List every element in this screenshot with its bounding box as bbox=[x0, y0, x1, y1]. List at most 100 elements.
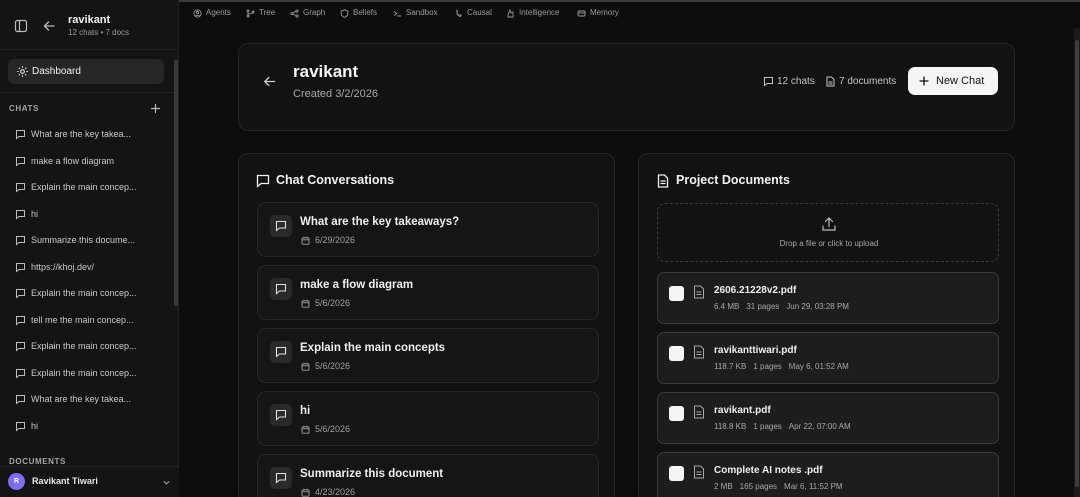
nav-item-label: Memory bbox=[590, 8, 619, 17]
conversation-title: Explain the main concepts bbox=[300, 342, 446, 354]
chat-list-item[interactable]: Explain the main concep... bbox=[10, 334, 160, 358]
conversation-card[interactable]: Summarize this document 4/23/2026 bbox=[257, 454, 599, 497]
document-card[interactable]: ravikanttiwari.pdf 118.7 KB 1 pages May 6,… bbox=[657, 332, 999, 384]
conversation-icon-box bbox=[270, 278, 292, 300]
message-icon bbox=[16, 342, 25, 352]
back-arrow-icon[interactable] bbox=[42, 19, 56, 33]
conversation-title: Summarize this document bbox=[300, 468, 444, 480]
upload-icon bbox=[822, 217, 836, 231]
document-name: Complete AI notes .pdf bbox=[714, 465, 823, 476]
nav-item-label: Agents bbox=[206, 8, 231, 17]
conversation-card[interactable]: What are the key takeaways? 6/29/2026 bbox=[257, 202, 599, 257]
conversation-card[interactable]: make a flow diagram 5/6/2026 bbox=[257, 265, 599, 320]
document-card[interactable]: ravikant.pdf 118.8 KB 1 pages Apr 22, 07:0… bbox=[657, 392, 999, 444]
message-icon bbox=[16, 421, 25, 432]
chat-list-item[interactable]: Explain the main concep... bbox=[10, 281, 160, 305]
document-pages: 1 pages bbox=[753, 422, 782, 431]
conversation-icon-box bbox=[270, 404, 292, 426]
document-date: Jun 29, 03:28 PM bbox=[786, 302, 849, 311]
chats-count-label: 12 chats bbox=[777, 76, 815, 87]
document-size: 118.8 KB bbox=[714, 422, 747, 431]
back-arrow-icon[interactable] bbox=[263, 75, 276, 88]
document-icon bbox=[657, 174, 669, 188]
upload-dropzone[interactable]: Drop a file or click to upload bbox=[657, 203, 999, 262]
document-card[interactable]: Complete AI notes .pdf 2 MB 165 pages Mar … bbox=[657, 452, 999, 497]
sidebar-scrollbar[interactable] bbox=[174, 60, 178, 306]
chat-list-item-label: make a flow diagram bbox=[31, 155, 115, 166]
nav-item-label: Sandbox bbox=[406, 8, 438, 17]
chat-conversations-panel: Chat Conversations What are the key take… bbox=[238, 153, 615, 497]
message-icon bbox=[16, 209, 25, 220]
project-documents-panel: Project Documents Drop a file or click t… bbox=[638, 153, 1015, 497]
project-header: ravikant Created 3/2/2026 12 chats 7 doc… bbox=[238, 43, 1015, 131]
document-checkbox[interactable] bbox=[669, 346, 684, 361]
sidebar-header: ravikant 12 chats • 7 docs bbox=[0, 0, 179, 50]
calendar-icon bbox=[301, 299, 310, 308]
document-card[interactable]: 2606.21228v2.pdf 6.4 MB 31 pages Jun 29, 0… bbox=[657, 272, 999, 324]
conversation-icon-box bbox=[270, 341, 292, 363]
chat-list-item-label: Explain the main concep... bbox=[31, 341, 137, 351]
chat-list-item[interactable]: Explain the main concep... bbox=[10, 361, 160, 385]
document-checkbox[interactable] bbox=[669, 406, 684, 421]
new-chat-label: New Chat bbox=[936, 75, 985, 87]
user-name: Ravikant Tiwari bbox=[32, 476, 98, 486]
new-chat-button[interactable]: New Chat bbox=[908, 67, 998, 95]
memory-icon bbox=[577, 10, 586, 17]
conversation-date: 4/23/2026 bbox=[315, 487, 356, 497]
chat-list-item-label: hi bbox=[31, 208, 39, 219]
message-icon bbox=[275, 283, 287, 295]
chat-list-item[interactable]: hi bbox=[10, 202, 160, 226]
created-date: Created 3/2/2026 bbox=[293, 88, 379, 100]
chat-list-item-label: What are the key takea... bbox=[31, 129, 132, 139]
document-pages: 165 pages bbox=[739, 482, 778, 491]
tree-icon bbox=[246, 9, 255, 18]
chat-list-item-label: Summarize this docume... bbox=[31, 235, 136, 245]
message-icon bbox=[16, 130, 25, 140]
file-icon bbox=[694, 405, 704, 419]
document-size: 6.4 MB bbox=[714, 302, 740, 311]
calendar-icon bbox=[301, 236, 310, 245]
message-icon bbox=[16, 368, 25, 379]
document-pages: 1 pages bbox=[753, 362, 782, 371]
document-pages: 31 pages bbox=[746, 302, 780, 311]
plus-icon bbox=[919, 76, 929, 86]
chat-list-item-label: https://khoj.dev/ bbox=[31, 261, 95, 272]
document-checkbox[interactable] bbox=[669, 466, 684, 481]
document-meta: 2 MB 165 pages Mar 6, 11:52 PM bbox=[714, 482, 850, 491]
dashboard-button[interactable]: Dashboard bbox=[8, 59, 164, 84]
user-menu[interactable]: R Ravikant Tiwari bbox=[0, 466, 179, 497]
chat-list-item[interactable]: Explain the main concep... bbox=[10, 175, 160, 199]
sidebar-toggle-icon[interactable] bbox=[14, 19, 28, 33]
documents-count-label: 7 documents bbox=[839, 76, 897, 87]
chat-list-item-label: Explain the main concep... bbox=[31, 182, 137, 192]
chat-list-item[interactable]: hi bbox=[10, 414, 160, 438]
chat-list-item[interactable]: tell me the main concep... bbox=[10, 308, 160, 332]
nav-item-label: Graph bbox=[303, 8, 326, 17]
conversation-date: 5/6/2026 bbox=[315, 361, 351, 371]
conversation-date: 6/29/2026 bbox=[315, 235, 356, 245]
chat-list-item[interactable]: What are the key takea... bbox=[10, 387, 160, 411]
chevron-down-icon bbox=[163, 480, 170, 485]
conversation-date: 5/6/2026 bbox=[315, 424, 351, 434]
chat-list-item[interactable]: https://khoj.dev/ bbox=[10, 255, 160, 279]
message-icon bbox=[16, 395, 25, 405]
add-chat-icon[interactable] bbox=[150, 103, 161, 114]
conversation-card[interactable]: Explain the main concepts 5/6/2026 bbox=[257, 328, 599, 383]
conversation-card[interactable]: hi 5/6/2026 bbox=[257, 391, 599, 446]
chat-list-item-label: hi bbox=[31, 420, 39, 431]
conversation-title: hi bbox=[300, 405, 311, 417]
document-checkbox[interactable] bbox=[669, 286, 684, 301]
file-icon bbox=[694, 285, 704, 299]
main-scrollbar-thumb[interactable] bbox=[1075, 40, 1079, 487]
chat-list-item[interactable]: Summarize this docume... bbox=[10, 228, 160, 252]
message-icon bbox=[16, 236, 25, 246]
sidebar: ravikant 12 chats • 7 docs Dashboard CHA… bbox=[0, 0, 179, 497]
calendar-icon bbox=[301, 425, 310, 434]
message-icon bbox=[16, 156, 25, 167]
calendar-icon bbox=[301, 488, 310, 497]
chat-list-item[interactable]: make a flow diagram bbox=[10, 149, 160, 173]
message-icon bbox=[275, 220, 287, 232]
message-icon bbox=[16, 262, 25, 273]
chat-list-item[interactable]: What are the key takea... bbox=[10, 122, 160, 146]
upload-text: Drop a file or click to upload bbox=[779, 239, 879, 248]
